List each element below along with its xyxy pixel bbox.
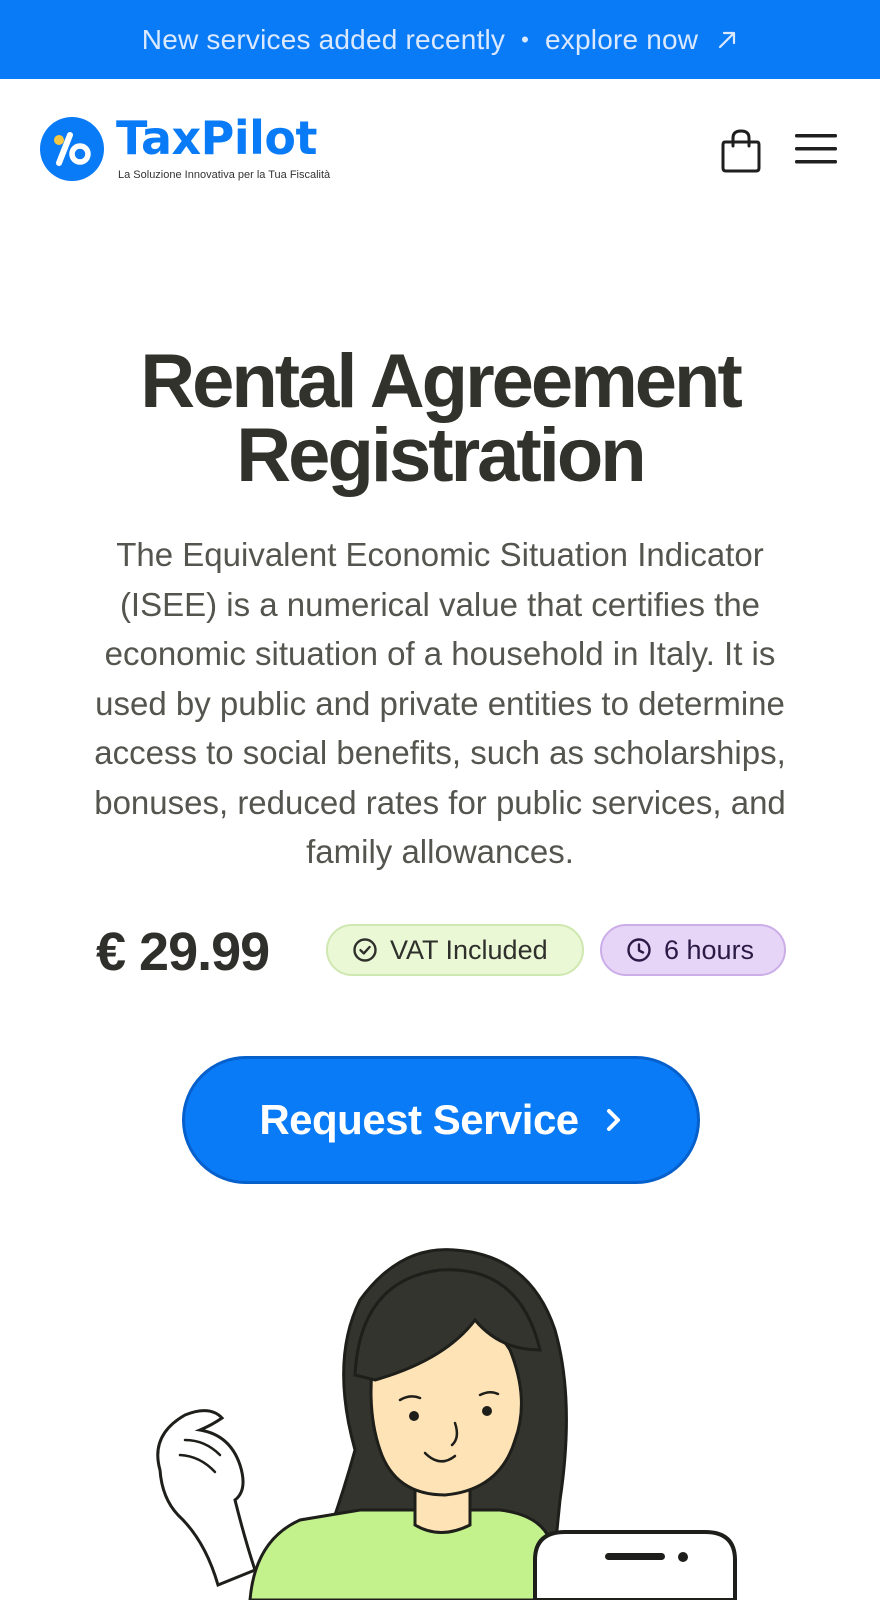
request-service-label: Request Service	[259, 1096, 579, 1143]
chevron-right-icon	[605, 1107, 623, 1133]
logo-mark-icon	[40, 117, 104, 181]
arrow-up-right-icon	[716, 29, 738, 51]
request-service-button[interactable]: Request Service	[182, 1056, 700, 1184]
logo-name: TaxPilot	[116, 111, 318, 165]
service-price: € 29.99	[96, 922, 270, 982]
duration-badge: 6 hours	[600, 924, 786, 976]
check-circle-icon	[353, 938, 377, 962]
announcement-separator: •	[521, 26, 530, 52]
announcement-bar[interactable]: New services added recently • explore no…	[0, 0, 880, 79]
announcement-text: New services added recently	[141, 23, 506, 55]
page-title: Rental Agreement Registration	[140, 339, 743, 498]
explore-now-link[interactable]: explore now	[545, 24, 698, 56]
taxpilot-logo[interactable]: TaxPilot La Soluzione Innovativa per la …	[40, 115, 330, 181]
vat-included-badge: VAT Included	[326, 924, 584, 976]
pricing-row: € 29.99 VAT Included 6 hours	[0, 918, 880, 986]
woman-with-phone-illustration	[0, 1240, 880, 1602]
logo-tagline: La Soluzione Innovativa per la Tua Fisca…	[118, 169, 331, 181]
site-header: TaxPilot La Soluzione Innovativa per la …	[0, 79, 880, 224]
vat-badge-label: VAT Included	[390, 934, 548, 965]
duration-badge-label: 6 hours	[664, 934, 755, 965]
hamburger-menu-icon[interactable]	[795, 133, 837, 170]
service-description: The Equivalent Economic Situation Indica…	[94, 536, 786, 870]
clock-icon	[627, 938, 651, 962]
shopping-bag-icon[interactable]	[720, 128, 762, 179]
